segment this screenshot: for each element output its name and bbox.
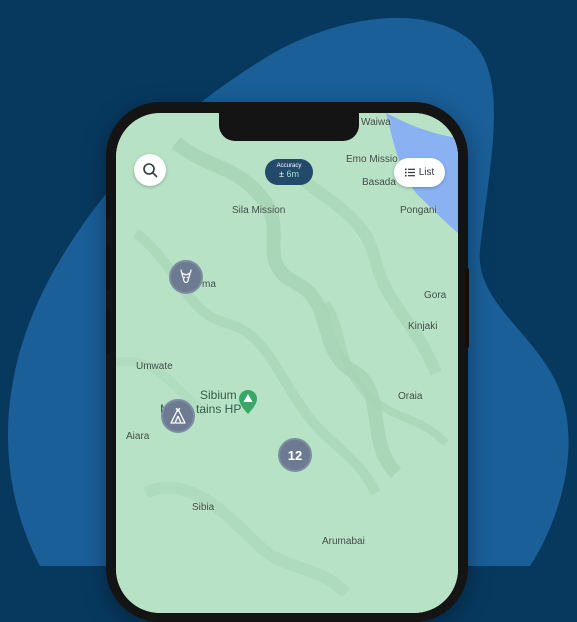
accuracy-value: 6m	[286, 169, 299, 179]
search-button[interactable]	[134, 154, 166, 186]
cluster-count: 12	[287, 447, 303, 463]
list-button-label: List	[418, 167, 435, 178]
cluster-marker[interactable]: 12	[278, 438, 312, 472]
place-label-kinjaki: Kinjaki	[408, 321, 438, 332]
list-button[interactable]: List	[394, 158, 445, 187]
place-label-arumabai: Arumabai	[322, 536, 365, 547]
place-label-gora: Gora	[424, 290, 447, 301]
accuracy-prefix: ±	[279, 169, 284, 179]
list-icon	[404, 168, 415, 177]
place-label-sibia: Sibia	[192, 502, 215, 513]
phone-side-button	[106, 196, 110, 220]
search-icon	[143, 163, 158, 178]
camping-marker[interactable]	[161, 399, 195, 433]
tent-icon	[170, 407, 186, 424]
phone-notch	[219, 113, 359, 141]
place-label-oraia: Oraia	[398, 391, 423, 402]
place-label-basada: Basada	[362, 177, 396, 188]
place-label-pongani: Pongani	[400, 205, 437, 216]
wildlife-marker[interactable]	[169, 260, 203, 294]
place-label-sibium-tains: tains HP	[196, 402, 242, 416]
phone-volume-down-button	[106, 308, 110, 354]
place-label-sila-mission: Sila Mission	[232, 205, 286, 216]
accuracy-chip: Accuracy ± 6m	[265, 159, 313, 185]
place-label-ma: ma	[202, 279, 216, 290]
place-label-waiwa: Waiwa	[361, 117, 391, 128]
phone-power-button	[465, 268, 469, 348]
phone-volume-up-button	[106, 244, 110, 290]
place-label-sibium: Sibium	[200, 388, 237, 402]
accuracy-value-wrap: ± 6m	[265, 169, 313, 180]
map-screen[interactable]: Waiwa Emo Missio Basada Sila Mission Pon…	[116, 113, 458, 613]
deer-icon	[180, 269, 192, 284]
place-label-aiara: Aiara	[126, 431, 150, 442]
park-pin-icon[interactable]	[239, 390, 257, 414]
place-label-umwate: Umwate	[136, 361, 173, 372]
place-label-emo-mission: Emo Missio	[346, 154, 398, 165]
